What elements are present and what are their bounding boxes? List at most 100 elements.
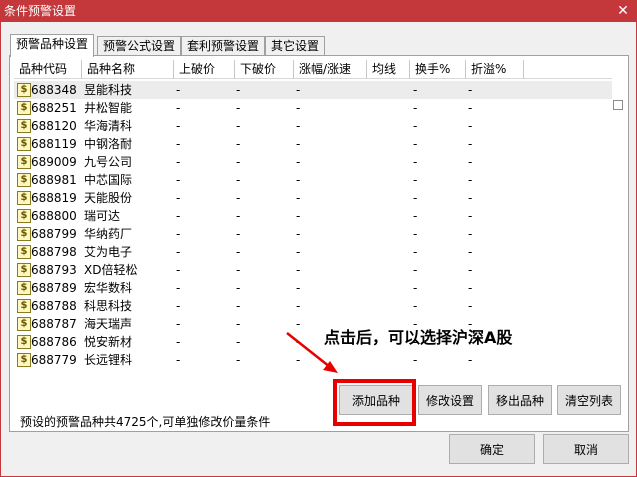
- cell-turn: -: [413, 155, 418, 169]
- dollar-icon: $: [17, 245, 31, 259]
- cell-code: 688787: [31, 317, 77, 331]
- cell-up: -: [176, 317, 181, 331]
- cell-chg: -: [296, 227, 301, 241]
- cell-up: -: [176, 173, 181, 187]
- cell-prem: -: [468, 353, 473, 367]
- table-row[interactable]: $688789 宏华数科 - - - - -: [14, 279, 612, 297]
- cell-turn: -: [413, 353, 418, 367]
- table-row[interactable]: $688788 科思科技 - - - - -: [14, 297, 612, 315]
- cell-prem: -: [468, 173, 473, 187]
- cell-up: -: [176, 209, 181, 223]
- remove-symbol-button[interactable]: 移出品种: [488, 385, 552, 415]
- cell-prem: -: [468, 83, 473, 97]
- cell-code: 688779: [31, 353, 77, 367]
- cell-turn: -: [413, 101, 418, 115]
- dollar-icon: $: [17, 353, 31, 367]
- table-row[interactable]: $688119 中钢洛耐 - - - - -: [14, 135, 612, 153]
- dollar-icon: $: [17, 317, 31, 331]
- dollar-icon: $: [17, 335, 31, 349]
- alert-symbol-table[interactable]: 品种代码 品种名称 上破价 下破价 涨幅/涨速 均线 换手% 折溢% $688348 昱能科技 -…: [14, 60, 612, 405]
- table-row[interactable]: $689009 九号公司 - - - - -: [14, 153, 612, 171]
- tab-symbol-settings[interactable]: 预警品种设置: [10, 34, 95, 57]
- cell-name: 昱能科技: [84, 83, 133, 97]
- cancel-button[interactable]: 取消: [543, 434, 629, 464]
- cell-name: 瑞可达: [84, 209, 121, 223]
- cell-name: 艾为电子: [84, 245, 133, 259]
- cell-code: 688793: [31, 263, 77, 277]
- cell-chg: -: [296, 299, 301, 313]
- cell-code: 688789: [31, 281, 77, 295]
- cell-turn: -: [413, 227, 418, 241]
- table-row[interactable]: $688120 华海清科 - - - - -: [14, 117, 612, 135]
- cell-up: -: [176, 299, 181, 313]
- tab-other-settings[interactable]: 其它设置: [265, 36, 326, 56]
- cell-down: -: [236, 335, 241, 349]
- cell-down: -: [236, 83, 241, 97]
- cell-chg: -: [296, 263, 301, 277]
- cell-prem: -: [468, 209, 473, 223]
- cell-down: -: [236, 227, 241, 241]
- table-row[interactable]: $688787 海天瑞声 - - - - -: [14, 315, 612, 333]
- cell-prem: -: [468, 227, 473, 241]
- add-symbol-button[interactable]: 添加品种: [339, 385, 413, 415]
- close-icon[interactable]: ✕: [615, 0, 631, 22]
- cell-chg: -: [296, 191, 301, 205]
- dollar-icon: $: [17, 119, 31, 133]
- cell-code: 688819: [31, 191, 77, 205]
- column-header[interactable]: 折溢%: [466, 60, 524, 79]
- column-header[interactable]: 涨幅/涨速: [294, 60, 367, 79]
- cell-down: -: [236, 263, 241, 277]
- cell-name: XD倍轻松: [84, 263, 138, 277]
- table-row[interactable]: $688779 长远锂科 - - - - -: [14, 351, 612, 369]
- column-header[interactable]: 品种代码: [14, 60, 82, 79]
- cell-prem: -: [468, 119, 473, 133]
- table-row[interactable]: $688798 艾为电子 - - - - -: [14, 243, 612, 261]
- table-row[interactable]: $688786 悦安新材 - - - - -: [14, 333, 612, 351]
- cell-up: -: [176, 83, 181, 97]
- ok-button[interactable]: 确定: [449, 434, 535, 464]
- dollar-icon: $: [17, 281, 31, 295]
- tab-arbitrage-settings[interactable]: 套利预警设置: [181, 36, 266, 56]
- cell-chg: -: [296, 83, 301, 97]
- column-header[interactable]: 均线: [367, 60, 410, 79]
- cell-turn: -: [413, 173, 418, 187]
- table-row[interactable]: $688819 天能股份 - - - - -: [14, 189, 612, 207]
- scrollbar-box[interactable]: [613, 100, 623, 110]
- cell-code: 688798: [31, 245, 77, 259]
- cell-name: 悦安新材: [84, 335, 133, 349]
- cell-chg: -: [296, 245, 301, 259]
- column-header[interactable]: 品种名称: [82, 60, 174, 79]
- cell-turn: -: [413, 209, 418, 223]
- tab-panel: 品种代码 品种名称 上破价 下破价 涨幅/涨速 均线 换手% 折溢% $688348 昱能科技 -…: [9, 55, 629, 432]
- cell-name: 华海清科: [84, 119, 133, 133]
- tab-formula-settings[interactable]: 预警公式设置: [97, 36, 182, 56]
- table-row[interactable]: $688793 XD倍轻松 - - - - -: [14, 261, 612, 279]
- cell-prem: -: [468, 299, 473, 313]
- modify-settings-button[interactable]: 修改设置: [418, 385, 482, 415]
- cell-up: -: [176, 155, 181, 169]
- dollar-icon: $: [17, 209, 31, 223]
- table-row[interactable]: $688800 瑞可达 - - - - -: [14, 207, 612, 225]
- cell-up: -: [176, 191, 181, 205]
- cell-chg: -: [296, 335, 301, 349]
- table-row[interactable]: $688981 中芯国际 - - - - -: [14, 171, 612, 189]
- window-title: 条件预警设置: [4, 4, 77, 18]
- table-row[interactable]: $688799 华纳药厂 - - - - -: [14, 225, 612, 243]
- cell-prem: -: [468, 155, 473, 169]
- cell-up: -: [176, 335, 181, 349]
- symbol-count-text: 预设的预警品种共4725个,可单独修改价量条件: [20, 415, 271, 429]
- table-row[interactable]: $688348 昱能科技 - - - - -: [14, 81, 612, 99]
- cell-name: 中钢洛耐: [84, 137, 133, 151]
- clear-list-button[interactable]: 清空列表: [557, 385, 621, 415]
- column-header[interactable]: 下破价: [235, 60, 294, 79]
- cell-name: 井松智能: [84, 101, 133, 115]
- column-header[interactable]: 换手%: [410, 60, 466, 79]
- table-row[interactable]: $688251 井松智能 - - - - -: [14, 99, 612, 117]
- dollar-icon: $: [17, 101, 31, 115]
- column-header[interactable]: 上破价: [174, 60, 235, 79]
- cell-prem: -: [468, 263, 473, 277]
- cell-down: -: [236, 317, 241, 331]
- cell-name: 中芯国际: [84, 173, 133, 187]
- cell-chg: -: [296, 119, 301, 133]
- cell-code: 688800: [31, 209, 77, 223]
